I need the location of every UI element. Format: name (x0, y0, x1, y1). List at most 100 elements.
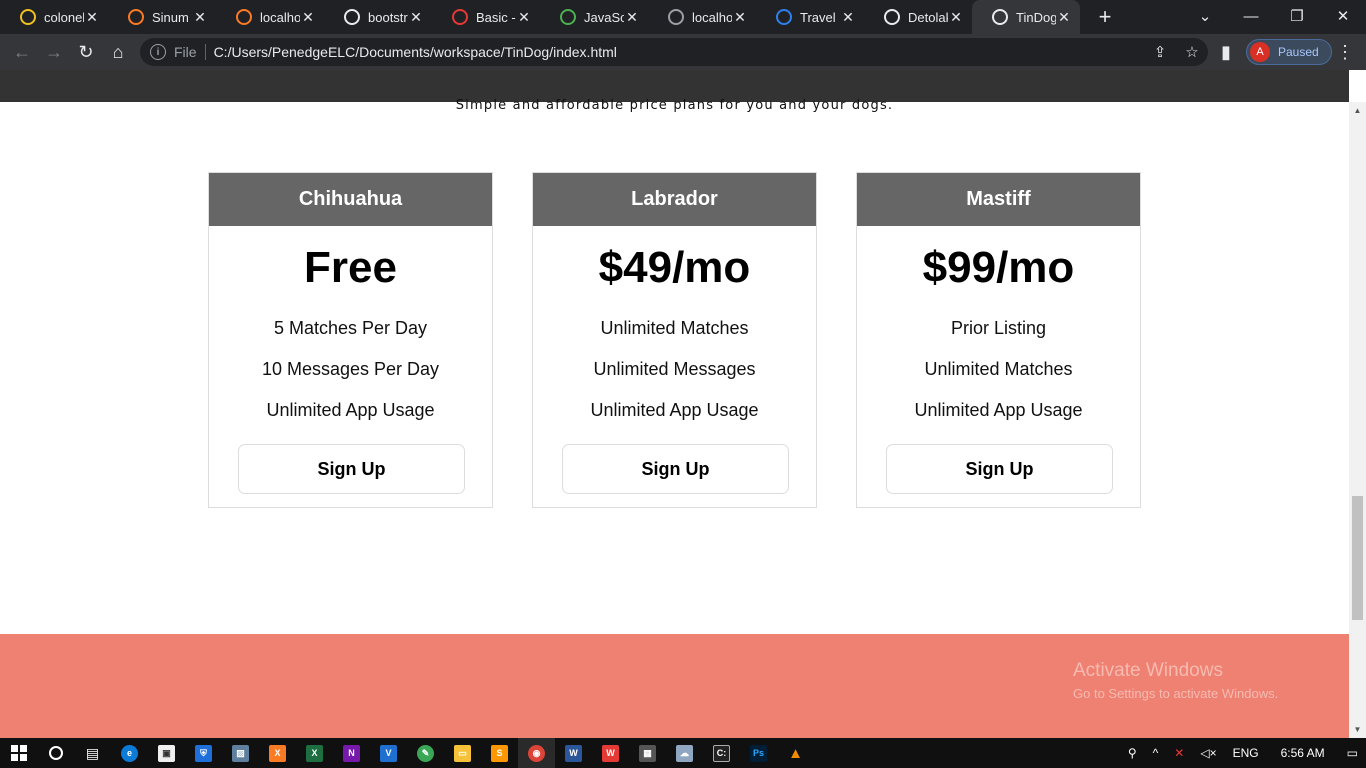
sign-up-button[interactable]: Sign Up (238, 444, 465, 494)
sign-up-button[interactable]: Sign Up (886, 444, 1113, 494)
globe-icon (884, 9, 900, 25)
network-icon[interactable]: ✕ (1166, 746, 1192, 760)
browser-tab[interactable]: coloneli ✕ (0, 0, 108, 34)
system-tray: ⚲ ^ ✕ ◁× ENG 6:56 AM ▭ (1120, 738, 1366, 768)
close-tab-icon[interactable]: ✕ (732, 9, 748, 26)
onenote-icon[interactable]: N (333, 738, 370, 768)
feature-list: 5 Matches Per Day 10 Messages Per Day Unli… (209, 308, 492, 431)
language-indicator[interactable]: ENG (1225, 746, 1267, 760)
sublime-icon[interactable]: S (481, 738, 518, 768)
activation-watermark: Activate Windows Go to Settings to activ… (1073, 660, 1278, 701)
calculator-icon[interactable]: ▦ (629, 738, 666, 768)
windows-taskbar: ▤ e ▣ ⛨ ▨ X X N V ✎ ▭ S ◉ W W ▦ ☁ C: Ps … (0, 738, 1366, 768)
close-tab-icon[interactable]: ✕ (840, 9, 856, 26)
profile-button[interactable]: A Paused (1246, 39, 1332, 65)
travel-icon (776, 9, 792, 25)
tab-search-icon[interactable]: ⌄ (1182, 0, 1228, 32)
globe-icon (344, 9, 360, 25)
windows-start-icon[interactable] (0, 738, 37, 768)
browser-toolbar: ← → ↻ ⌂ i File C:/Users/PenedgeELC/Docum… (0, 34, 1366, 70)
people-icon[interactable]: ⚲ (1120, 746, 1145, 760)
url-text[interactable]: C:/Users/PenedgeELC/Documents/workspace/… (214, 44, 1144, 60)
file-explorer-icon[interactable]: ▭ (444, 738, 481, 768)
search-icon[interactable] (37, 738, 74, 768)
tab-title: JavaScri (584, 9, 624, 25)
notifications-icon[interactable]: ▭ (1339, 746, 1366, 760)
cloud-app-icon[interactable]: ☁ (666, 738, 703, 768)
forward-icon[interactable]: → (40, 38, 68, 66)
home-icon[interactable]: ⌂ (104, 38, 132, 66)
photoshop-icon[interactable]: Ps (740, 738, 777, 768)
plan-feature: Prior Listing (950, 318, 1047, 338)
page-scrollbar[interactable]: ▲ ▼ (1349, 102, 1366, 738)
vscode-icon[interactable]: V (370, 738, 407, 768)
defender-icon[interactable]: ⛨ (185, 738, 222, 768)
browser-tab[interactable]: localhos✕ (216, 0, 324, 34)
browser-tab[interactable]: Basic - S✕ (432, 0, 540, 34)
browser-tab[interactable]: bootstra✕ (324, 0, 432, 34)
chrome-icon[interactable]: ◉ (518, 738, 555, 768)
tab-title: TinDog (1016, 9, 1056, 25)
tab-title: Travel (800, 9, 836, 25)
sign-up-button[interactable]: Sign Up (562, 444, 789, 494)
browser-tab[interactable]: TinDog ✕ (972, 0, 1080, 34)
side-panel-icon[interactable]: ▮ (1212, 38, 1240, 66)
chevron-up-icon[interactable]: ^ (1145, 746, 1167, 760)
close-tab-icon[interactable]: ✕ (300, 9, 316, 26)
xampp-icon[interactable]: X (259, 738, 296, 768)
bookmark-star-icon[interactable]: ☆ (1176, 43, 1208, 61)
vlc-icon[interactable]: ▲ (777, 738, 814, 768)
minimize-button[interactable]: — (1228, 0, 1274, 32)
cmd-icon[interactable]: C: (703, 738, 740, 768)
excel-icon[interactable]: X (296, 738, 333, 768)
scroll-thumb[interactable] (1352, 496, 1363, 620)
tab-strip: coloneli✕Sinum re✕localhos✕bootstra✕Basi… (0, 0, 1366, 34)
w3schools-icon (560, 9, 576, 25)
browser-tab[interactable]: Sinum re✕ (108, 0, 216, 34)
edge-icon[interactable]: e (111, 738, 148, 768)
reload-icon[interactable]: ↻ (72, 38, 100, 66)
close-tab-icon[interactable]: ✕ (624, 9, 640, 26)
tab-list: coloneli✕Sinum re✕localhos✕bootstra✕Basi… (0, 0, 1080, 34)
page-viewport: Simple and affordable price plans for yo… (0, 70, 1349, 738)
watermark-line1: Activate Windows (1073, 660, 1223, 681)
browser-tab[interactable]: JavaScri✕ (540, 0, 648, 34)
close-tab-icon[interactable]: ✕ (84, 9, 100, 26)
close-tab-icon[interactable]: ✕ (1056, 9, 1072, 26)
pricing-card: Labrador $49/mo Unlimited Matches Unlimited… (532, 172, 817, 508)
tab-title: bootstra (368, 9, 408, 25)
close-tab-icon[interactable]: ✕ (948, 9, 964, 26)
volume-icon[interactable]: ◁× (1192, 746, 1224, 760)
task-view-icon[interactable]: ▤ (74, 738, 111, 768)
app-icon[interactable]: ✎ (407, 738, 444, 768)
browser-tab[interactable]: Travel ✕ (756, 0, 864, 34)
tab-title: localhos (260, 9, 300, 25)
scroll-up-icon[interactable]: ▲ (1349, 102, 1366, 119)
scroll-down-icon[interactable]: ▼ (1349, 721, 1366, 738)
browser-tab[interactable]: Detolak ✕ (864, 0, 972, 34)
globe-icon (992, 9, 1008, 25)
plan-feature: Unlimited Matches (924, 359, 1073, 379)
photos-icon[interactable]: ▨ (222, 738, 259, 768)
pricing-card: Chihuahua Free 5 Matches Per Day 10 Message… (208, 172, 493, 508)
restore-button[interactable]: ❐ (1274, 0, 1320, 32)
close-window-button[interactable]: ✕ (1320, 0, 1366, 32)
codepen-icon (452, 9, 468, 25)
address-bar[interactable]: i File C:/Users/PenedgeELC/Documents/wor… (140, 38, 1208, 66)
back-icon[interactable]: ← (8, 38, 36, 66)
plan-price: $49/mo (598, 243, 751, 292)
clock[interactable]: 6:56 AM (1267, 746, 1339, 760)
menu-icon[interactable]: ⋮ (1331, 38, 1359, 66)
new-tab-button[interactable]: + (1090, 0, 1120, 34)
plan-name: Mastiff (857, 173, 1140, 226)
watermark-line2: Go to Settings to activate Windows. (1073, 686, 1279, 701)
wps-icon[interactable]: W (592, 738, 629, 768)
info-icon[interactable]: i (150, 44, 166, 60)
browser-tab[interactable]: localhos✕ (648, 0, 756, 34)
close-tab-icon[interactable]: ✕ (192, 9, 208, 26)
store-icon[interactable]: ▣ (148, 738, 185, 768)
share-icon[interactable]: ⇪ (1144, 43, 1176, 61)
word-icon[interactable]: W (555, 738, 592, 768)
close-tab-icon[interactable]: ✕ (408, 9, 424, 26)
close-tab-icon[interactable]: ✕ (516, 9, 532, 26)
